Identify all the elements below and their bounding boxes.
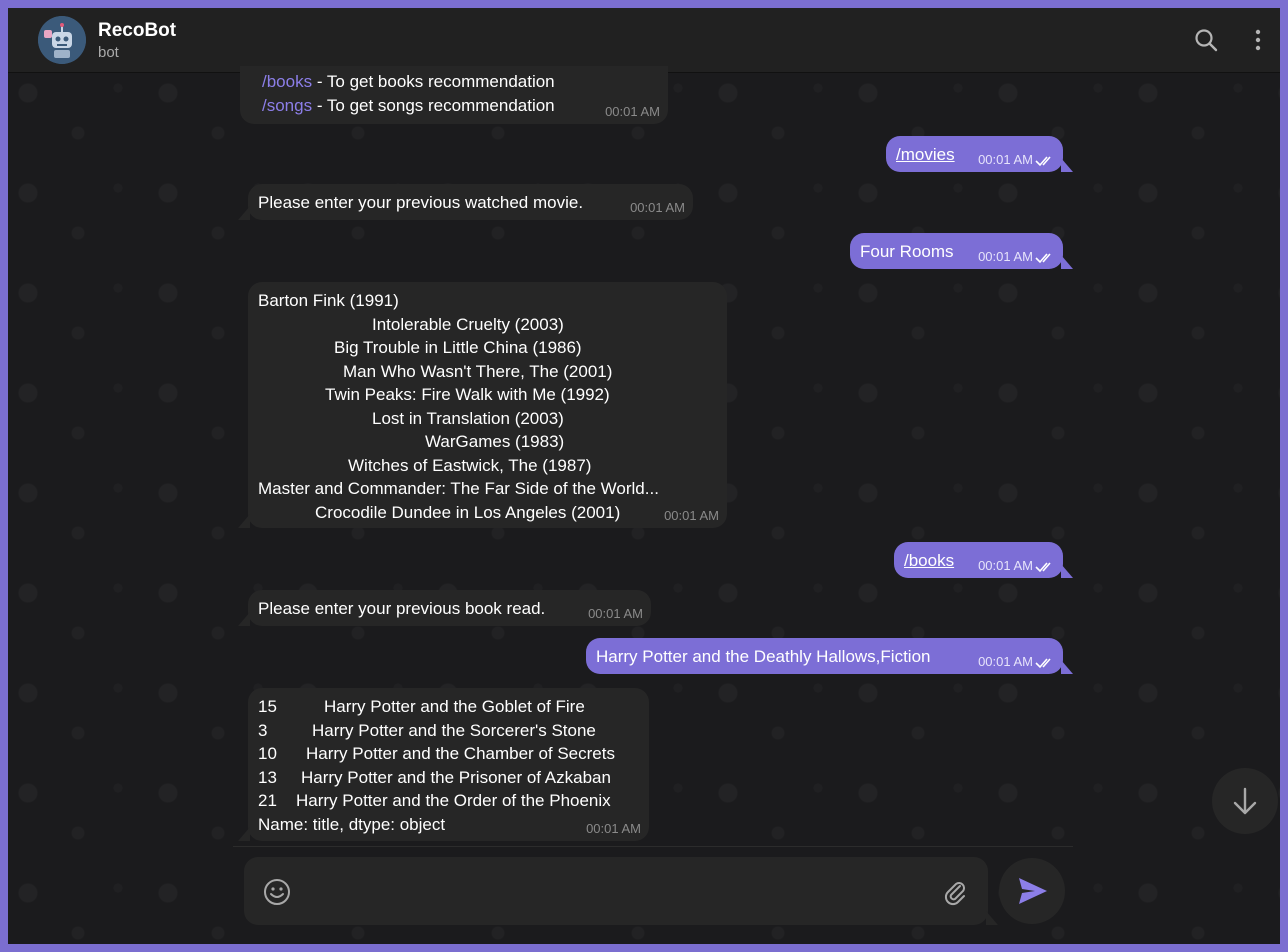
search-icon[interactable] <box>1192 26 1220 54</box>
songs-command-link[interactable]: /songs <box>262 96 312 115</box>
message-time: 00:01 AM <box>978 558 1033 573</box>
chat-header: RecoBot bot <box>8 8 1280 73</box>
double-check-icon <box>1035 156 1051 167</box>
double-check-icon <box>1035 253 1051 264</box>
movie-line: Barton Fink (1991) <box>258 291 399 310</box>
message-time: 00:01 AM <box>630 200 685 215</box>
message-book-recommendations: 15 Harry Potter and the Goblet of Fire 3 H… <box>248 688 649 841</box>
book-index: 10 <box>258 744 277 763</box>
message-outgoing: Four Rooms 00:01 AM <box>850 233 1063 269</box>
movie-line: Lost in Translation (2003) <box>372 408 564 428</box>
book-row: 13 Harry Potter and the Prisoner of Azkab… <box>258 766 639 790</box>
message-composer <box>244 857 988 925</box>
robot-avatar-icon <box>38 16 86 64</box>
message-outgoing: Harry Potter and the Deathly Hallows,Fic… <box>586 638 1063 674</box>
send-button[interactable] <box>999 858 1065 924</box>
message-time: 00:01 AM <box>586 821 641 836</box>
movie-line: Crocodile Dundee in Los Angeles (2001) <box>315 502 621 522</box>
movie-line: Master and Commander: The Far Side of th… <box>258 479 659 498</box>
chat-title[interactable]: RecoBot <box>98 20 176 42</box>
smiley-icon[interactable] <box>262 877 292 907</box>
books-command-link[interactable]: /books <box>262 72 312 91</box>
message-text: Four Rooms <box>860 242 954 261</box>
movie-line: WarGames (1983) <box>425 432 565 451</box>
scroll-to-bottom-button[interactable] <box>1212 768 1278 834</box>
paperclip-icon[interactable] <box>940 877 970 907</box>
message-incoming: Please enter your previous book read. 00… <box>248 590 651 626</box>
message-help: /books - To get books recommendation /so… <box>240 66 668 124</box>
message-movie-recommendations: Barton Fink (1991) Intolerable Cruelty (… <box>248 282 727 528</box>
message-time: 00:01 AM <box>588 606 643 621</box>
chat-subtitle: bot <box>98 44 119 61</box>
message-input[interactable] <box>304 875 924 907</box>
message-time: 00:01 AM <box>664 508 719 523</box>
help-line-books: - To get books recommendation <box>312 72 555 91</box>
message-time: 00:01 AM <box>605 104 660 119</box>
message-text: Please enter your previous book read. <box>258 599 546 618</box>
arrow-down-icon <box>1233 787 1257 815</box>
message-outgoing: /books 00:01 AM <box>894 542 1063 578</box>
more-vertical-icon[interactable] <box>1244 26 1272 54</box>
book-row: 10 Harry Potter and the Chamber of Secret… <box>258 742 639 766</box>
book-title: Harry Potter and the Order of the Phoeni… <box>296 791 611 810</box>
book-index: 13 <box>258 767 277 787</box>
book-row: 3 Harry Potter and the Sorcerer's Stone <box>258 719 639 743</box>
composer-divider <box>233 846 1073 847</box>
book-title: Harry Potter and the Chamber of Secrets <box>306 744 615 763</box>
movie-line: Twin Peaks: Fire Walk with Me (1992) <box>325 385 610 404</box>
book-title: Harry Potter and the Goblet of Fire <box>324 697 585 716</box>
bot-avatar[interactable] <box>38 16 86 64</box>
movie-line: Witches of Eastwick, The (1987) <box>348 455 592 475</box>
double-check-icon <box>1035 562 1051 573</box>
book-index: 3 <box>258 720 268 740</box>
double-check-icon <box>1035 658 1051 669</box>
message-time: 00:01 AM <box>978 152 1033 167</box>
movie-line: Man Who Wasn't There, The (2001) <box>343 361 613 381</box>
book-row: 15 Harry Potter and the Goblet of Fire <box>258 695 639 719</box>
help-line-songs: - To get songs recommendation <box>312 95 555 115</box>
movie-line: Big Trouble in Little China (1986) <box>334 338 582 357</box>
message-text: Please enter your previous watched movie… <box>258 193 584 212</box>
book-title: Harry Potter and the Prisoner of Azkaban <box>301 767 611 787</box>
message-time: 00:01 AM <box>978 654 1033 669</box>
book-footer: Name: title, dtype: object <box>258 814 446 834</box>
books-command-link[interactable]: /books <box>904 551 954 570</box>
movies-command-link[interactable]: /movies <box>896 145 955 164</box>
send-icon <box>1019 878 1047 904</box>
book-index: 21 <box>258 791 277 810</box>
telegram-window: RecoBot bot /books - To get books recomm… <box>8 8 1280 944</box>
book-title: Harry Potter and the Sorcerer's Stone <box>312 720 596 740</box>
message-text: Harry Potter and the Deathly Hallows,Fic… <box>596 647 931 666</box>
message-outgoing: /movies 00:01 AM <box>886 136 1063 172</box>
movie-line: Intolerable Cruelty (2003) <box>372 314 564 334</box>
book-index: 15 <box>258 697 277 716</box>
book-row: 21 Harry Potter and the Order of the Phoe… <box>258 789 639 813</box>
message-time: 00:01 AM <box>978 249 1033 264</box>
message-incoming: Please enter your previous watched movie… <box>248 184 693 220</box>
